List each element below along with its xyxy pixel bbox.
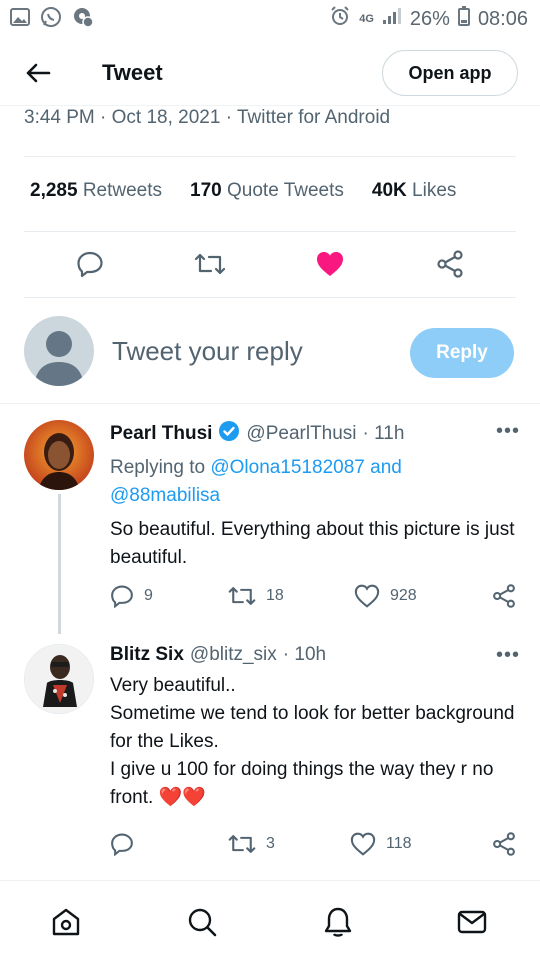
clock: 08:06 (477, 7, 528, 30)
tweet-text: So beautiful. Everything about this pict… (110, 519, 515, 568)
username[interactable]: @blitz_six (190, 644, 277, 666)
like-action[interactable]: 928 (354, 584, 417, 608)
reply-action[interactable] (72, 246, 108, 282)
retweets-stat[interactable]: 2,285 Retweets (30, 180, 162, 202)
username[interactable]: @PearlThusi (246, 423, 356, 445)
share-action[interactable] (492, 832, 516, 856)
network-type: 4G (359, 13, 374, 25)
mail-icon (457, 910, 487, 934)
tweet-time: · 11h (362, 423, 405, 444)
settings-notification-icon (72, 6, 94, 33)
verified-badge-icon (218, 420, 240, 448)
mention-link[interactable]: @88mabilisa (110, 485, 220, 506)
likes-stat[interactable]: 40K Likes (372, 180, 457, 202)
share-action[interactable] (432, 246, 468, 282)
reply-icon (111, 833, 133, 856)
back-button[interactable] (22, 57, 54, 89)
divider (24, 297, 516, 298)
thread-line (58, 494, 61, 634)
retweet-count: 18 (266, 587, 284, 604)
tweet-stats: 2,285 Retweets 170 Quote Tweets 40K Like… (30, 180, 456, 202)
like-count: 118 (386, 835, 412, 852)
tweet-time: · 10h (282, 644, 327, 665)
status-bar: 4G 26% 08:06 (0, 0, 540, 38)
reply-action[interactable]: 9 (110, 584, 153, 608)
retweet-action[interactable] (192, 246, 228, 282)
reply-composer: Tweet your reply Reply (0, 300, 540, 404)
reply-action[interactable] (110, 832, 144, 856)
share-icon (493, 584, 515, 608)
replying-to: Replying to @Olona15182087 and @88mabili… (110, 457, 402, 506)
heart-icon (350, 832, 376, 856)
retweet-count: 3 (266, 835, 275, 852)
alarm-icon (329, 5, 351, 33)
avatar[interactable] (24, 644, 94, 714)
retweet-icon (194, 253, 226, 275)
more-options-icon[interactable]: ••• (496, 644, 520, 667)
share-icon (437, 250, 463, 278)
tweet-text: Very beautiful.. Sometime we tend to loo… (110, 675, 515, 808)
reply-actions: 3 118 (110, 832, 520, 862)
nav-search[interactable] (182, 902, 222, 942)
default-avatar (24, 316, 94, 386)
retweet-icon (228, 835, 256, 853)
reply-input[interactable]: Tweet your reply (112, 336, 303, 367)
divider (24, 156, 516, 157)
tweet-timestamp: 3:44 PM · Oct 18, 2021 · Twitter for And… (24, 107, 391, 128)
bell-icon (324, 907, 352, 937)
like-action[interactable] (312, 246, 348, 282)
whatsapp-icon (40, 6, 62, 33)
retweet-icon (228, 587, 256, 605)
more-options-icon[interactable]: ••• (496, 420, 520, 443)
signal-icon (382, 7, 402, 31)
search-icon (188, 908, 217, 937)
header-divider (0, 105, 540, 106)
retweet-action[interactable]: 18 (228, 584, 284, 608)
display-name[interactable]: Pearl Thusi (110, 423, 212, 445)
page-title: Tweet (102, 60, 163, 85)
top-header: Tweet Open app (0, 40, 540, 106)
nav-messages[interactable] (452, 902, 492, 942)
quote-tweets-stat[interactable]: 170 Quote Tweets (190, 180, 344, 202)
bottom-divider (0, 880, 540, 881)
tweet-actions (0, 246, 540, 286)
heart-icon (354, 584, 380, 608)
default-user-icon (34, 331, 84, 386)
avatar[interactable] (24, 420, 94, 490)
reply-actions: 9 18 928 (110, 584, 520, 614)
back-arrow-icon (26, 63, 51, 83)
mention-link[interactable]: @Olona15182087 and (210, 457, 402, 478)
nav-notifications[interactable] (318, 902, 358, 942)
like-action[interactable]: 118 (350, 832, 412, 856)
bottom-navigation (0, 884, 540, 960)
open-app-button[interactable]: Open app (382, 50, 518, 96)
heart-emoji: ❤️❤️ (158, 787, 206, 808)
reply-button[interactable]: Reply (410, 328, 514, 378)
nav-home[interactable] (46, 902, 86, 942)
home-icon (52, 908, 80, 936)
reply-count: 9 (144, 587, 153, 604)
share-icon (493, 832, 515, 856)
like-count: 928 (390, 587, 417, 604)
display-name[interactable]: Blitz Six (110, 644, 184, 666)
battery-icon (457, 6, 470, 32)
heart-filled-icon (317, 252, 343, 276)
gallery-icon (10, 7, 30, 31)
share-action[interactable] (492, 584, 516, 608)
divider (24, 231, 516, 232)
reply-icon (111, 585, 133, 608)
reply-icon (77, 251, 103, 278)
battery-percent: 26% (409, 7, 450, 30)
retweet-action[interactable]: 3 (228, 832, 275, 856)
